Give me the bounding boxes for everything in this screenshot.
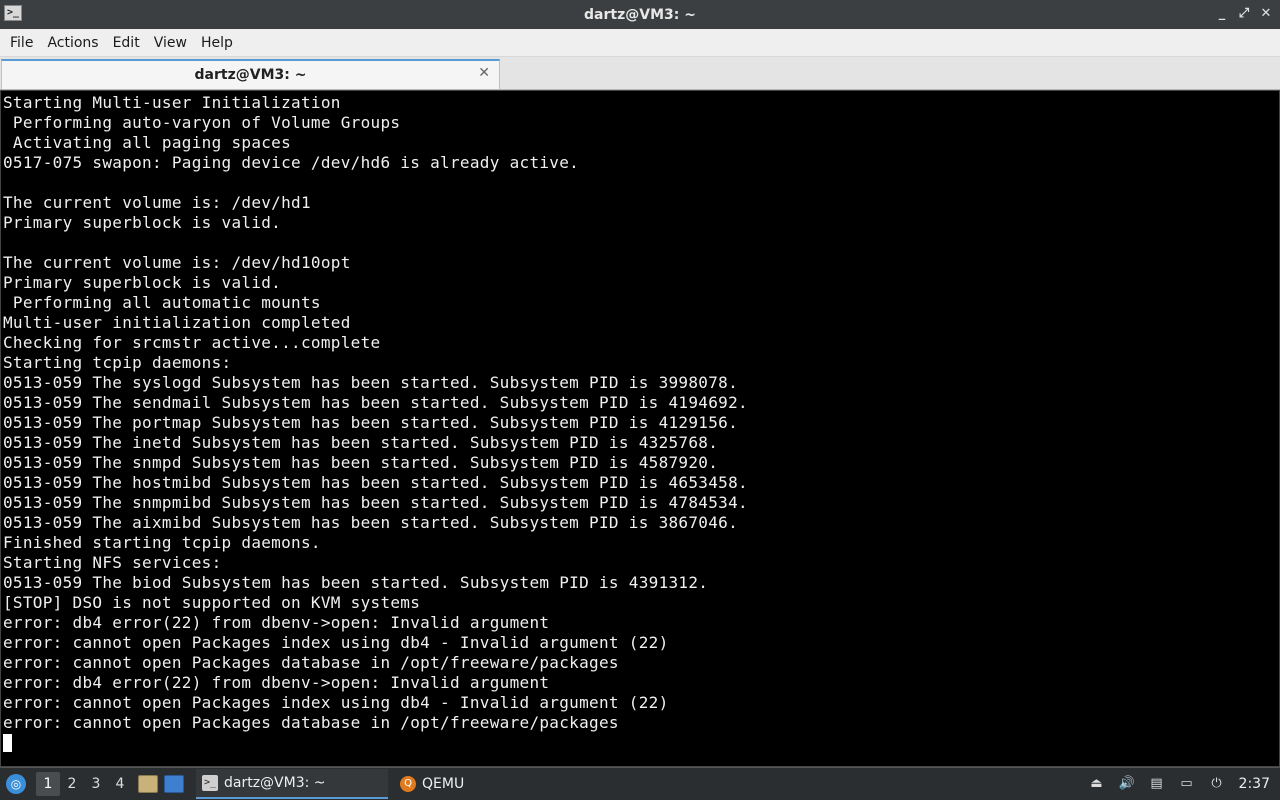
desktop-switcher: 1 2 3 4: [36, 772, 132, 796]
tab-label: dartz@VM3: ~: [194, 67, 307, 83]
terminal-line: 0513-059 The hostmibd Subsystem has been…: [3, 473, 748, 492]
terminal-line: error: db4 error(22) from dbenv->open: I…: [3, 613, 550, 632]
terminal-line: error: cannot open Packages database in …: [3, 713, 619, 732]
terminal-line: 0513-059 The inetd Subsystem has been st…: [3, 433, 719, 452]
terminal-line: [STOP] DSO is not supported on KVM syste…: [3, 593, 421, 612]
desktop-1-button[interactable]: 1: [36, 772, 60, 796]
tab-close-icon[interactable]: ✕: [478, 65, 490, 81]
task-terminal-label: dartz@VM3: ~: [224, 775, 326, 791]
terminal-task-icon: >_: [202, 775, 218, 791]
terminal-line: Checking for srcmstr active...complete: [3, 333, 381, 352]
terminal-line: Starting tcpip daemons:: [3, 353, 232, 372]
terminal-line: Starting NFS services:: [3, 553, 222, 572]
window-controls: _ ⤢ ✕: [1216, 6, 1272, 22]
network-icon[interactable]: ▭: [1179, 776, 1195, 792]
terminal-line: error: db4 error(22) from dbenv->open: I…: [3, 673, 550, 692]
terminal-line: Performing all automatic mounts: [3, 293, 321, 312]
task-terminal[interactable]: >_ dartz@VM3: ~: [196, 769, 388, 799]
desktop-2-button[interactable]: 2: [60, 772, 84, 796]
menu-edit[interactable]: Edit: [106, 35, 147, 51]
menubar: File Actions Edit View Help: [0, 29, 1280, 57]
start-menu-icon[interactable]: ◎: [6, 774, 26, 794]
terminal-tab[interactable]: dartz@VM3: ~ ✕: [1, 59, 500, 89]
terminal-line: 0517-075 swapon: Paging device /dev/hd6 …: [3, 153, 580, 172]
clock[interactable]: 2:37: [1239, 776, 1270, 792]
terminal-text: Starting Multi-user Initialization Perfo…: [3, 93, 1279, 753]
clipboard-icon[interactable]: ▤: [1149, 776, 1165, 792]
minimize-icon[interactable]: _: [1216, 6, 1228, 22]
terminal-output[interactable]: Starting Multi-user Initialization Perfo…: [0, 90, 1280, 767]
show-desktop-icon[interactable]: [164, 775, 184, 793]
terminal-line: Performing auto-varyon of Volume Groups: [3, 113, 401, 132]
task-qemu[interactable]: Q QEMU: [394, 769, 470, 799]
window-title: dartz@VM3: ~: [584, 6, 696, 23]
terminal-app-icon: >_: [4, 5, 22, 21]
terminal-line: 0513-059 The aixmibd Subsystem has been …: [3, 513, 739, 532]
task-qemu-label: QEMU: [422, 776, 465, 792]
terminal-line: Primary superblock is valid.: [3, 213, 282, 232]
volume-icon[interactable]: 🔊: [1119, 776, 1135, 792]
tab-bar: dartz@VM3: ~ ✕: [0, 57, 1280, 90]
terminal-line: 0513-059 The sendmail Subsystem has been…: [3, 393, 748, 412]
desktop-3-button[interactable]: 3: [84, 772, 108, 796]
terminal-line: 0513-059 The snmpmibd Subsystem has been…: [3, 493, 748, 512]
terminal-line: error: cannot open Packages database in …: [3, 653, 619, 672]
terminal-line: 0513-059 The syslogd Subsystem has been …: [3, 373, 739, 392]
menu-file[interactable]: File: [3, 35, 40, 51]
maximize-icon[interactable]: ⤢: [1238, 6, 1250, 22]
close-icon[interactable]: ✕: [1260, 6, 1272, 22]
terminal-line: The current volume is: /dev/hd10opt: [3, 253, 351, 272]
menu-actions[interactable]: Actions: [40, 35, 105, 51]
terminal-line: error: cannot open Packages index using …: [3, 693, 669, 712]
system-tray: ⏏ 🔊 ▤ ▭ ⏻ 2:37: [1089, 776, 1280, 792]
power-icon[interactable]: ⏻: [1209, 776, 1225, 792]
terminal-cursor: [3, 734, 12, 752]
terminal-line: 0513-059 The portmap Subsystem has been …: [3, 413, 739, 432]
desktop-4-button[interactable]: 4: [108, 772, 132, 796]
menu-view[interactable]: View: [147, 35, 194, 51]
file-manager-icon[interactable]: [138, 775, 158, 793]
terminal-line: error: cannot open Packages index using …: [3, 633, 669, 652]
terminal-line: 0513-059 The biod Subsystem has been sta…: [3, 573, 709, 592]
terminal-line: The current volume is: /dev/hd1: [3, 193, 311, 212]
terminal-line: Finished starting tcpip daemons.: [3, 533, 321, 552]
terminal-line: Primary superblock is valid.: [3, 273, 282, 292]
terminal-line: Activating all paging spaces: [3, 133, 292, 152]
taskbar: ◎ 1 2 3 4 >_ dartz@VM3: ~ Q QEMU ⏏ 🔊 ▤ ▭…: [0, 767, 1280, 800]
menu-help[interactable]: Help: [194, 35, 240, 51]
qemu-task-icon: Q: [400, 776, 416, 792]
terminal-line: Multi-user initialization completed: [3, 313, 351, 332]
terminal-line: 0513-059 The snmpd Subsystem has been st…: [3, 453, 719, 472]
window-titlebar: >_ dartz@VM3: ~ _ ⤢ ✕: [0, 0, 1280, 29]
eject-icon[interactable]: ⏏: [1089, 776, 1105, 792]
terminal-line: Starting Multi-user Initialization: [3, 93, 341, 112]
